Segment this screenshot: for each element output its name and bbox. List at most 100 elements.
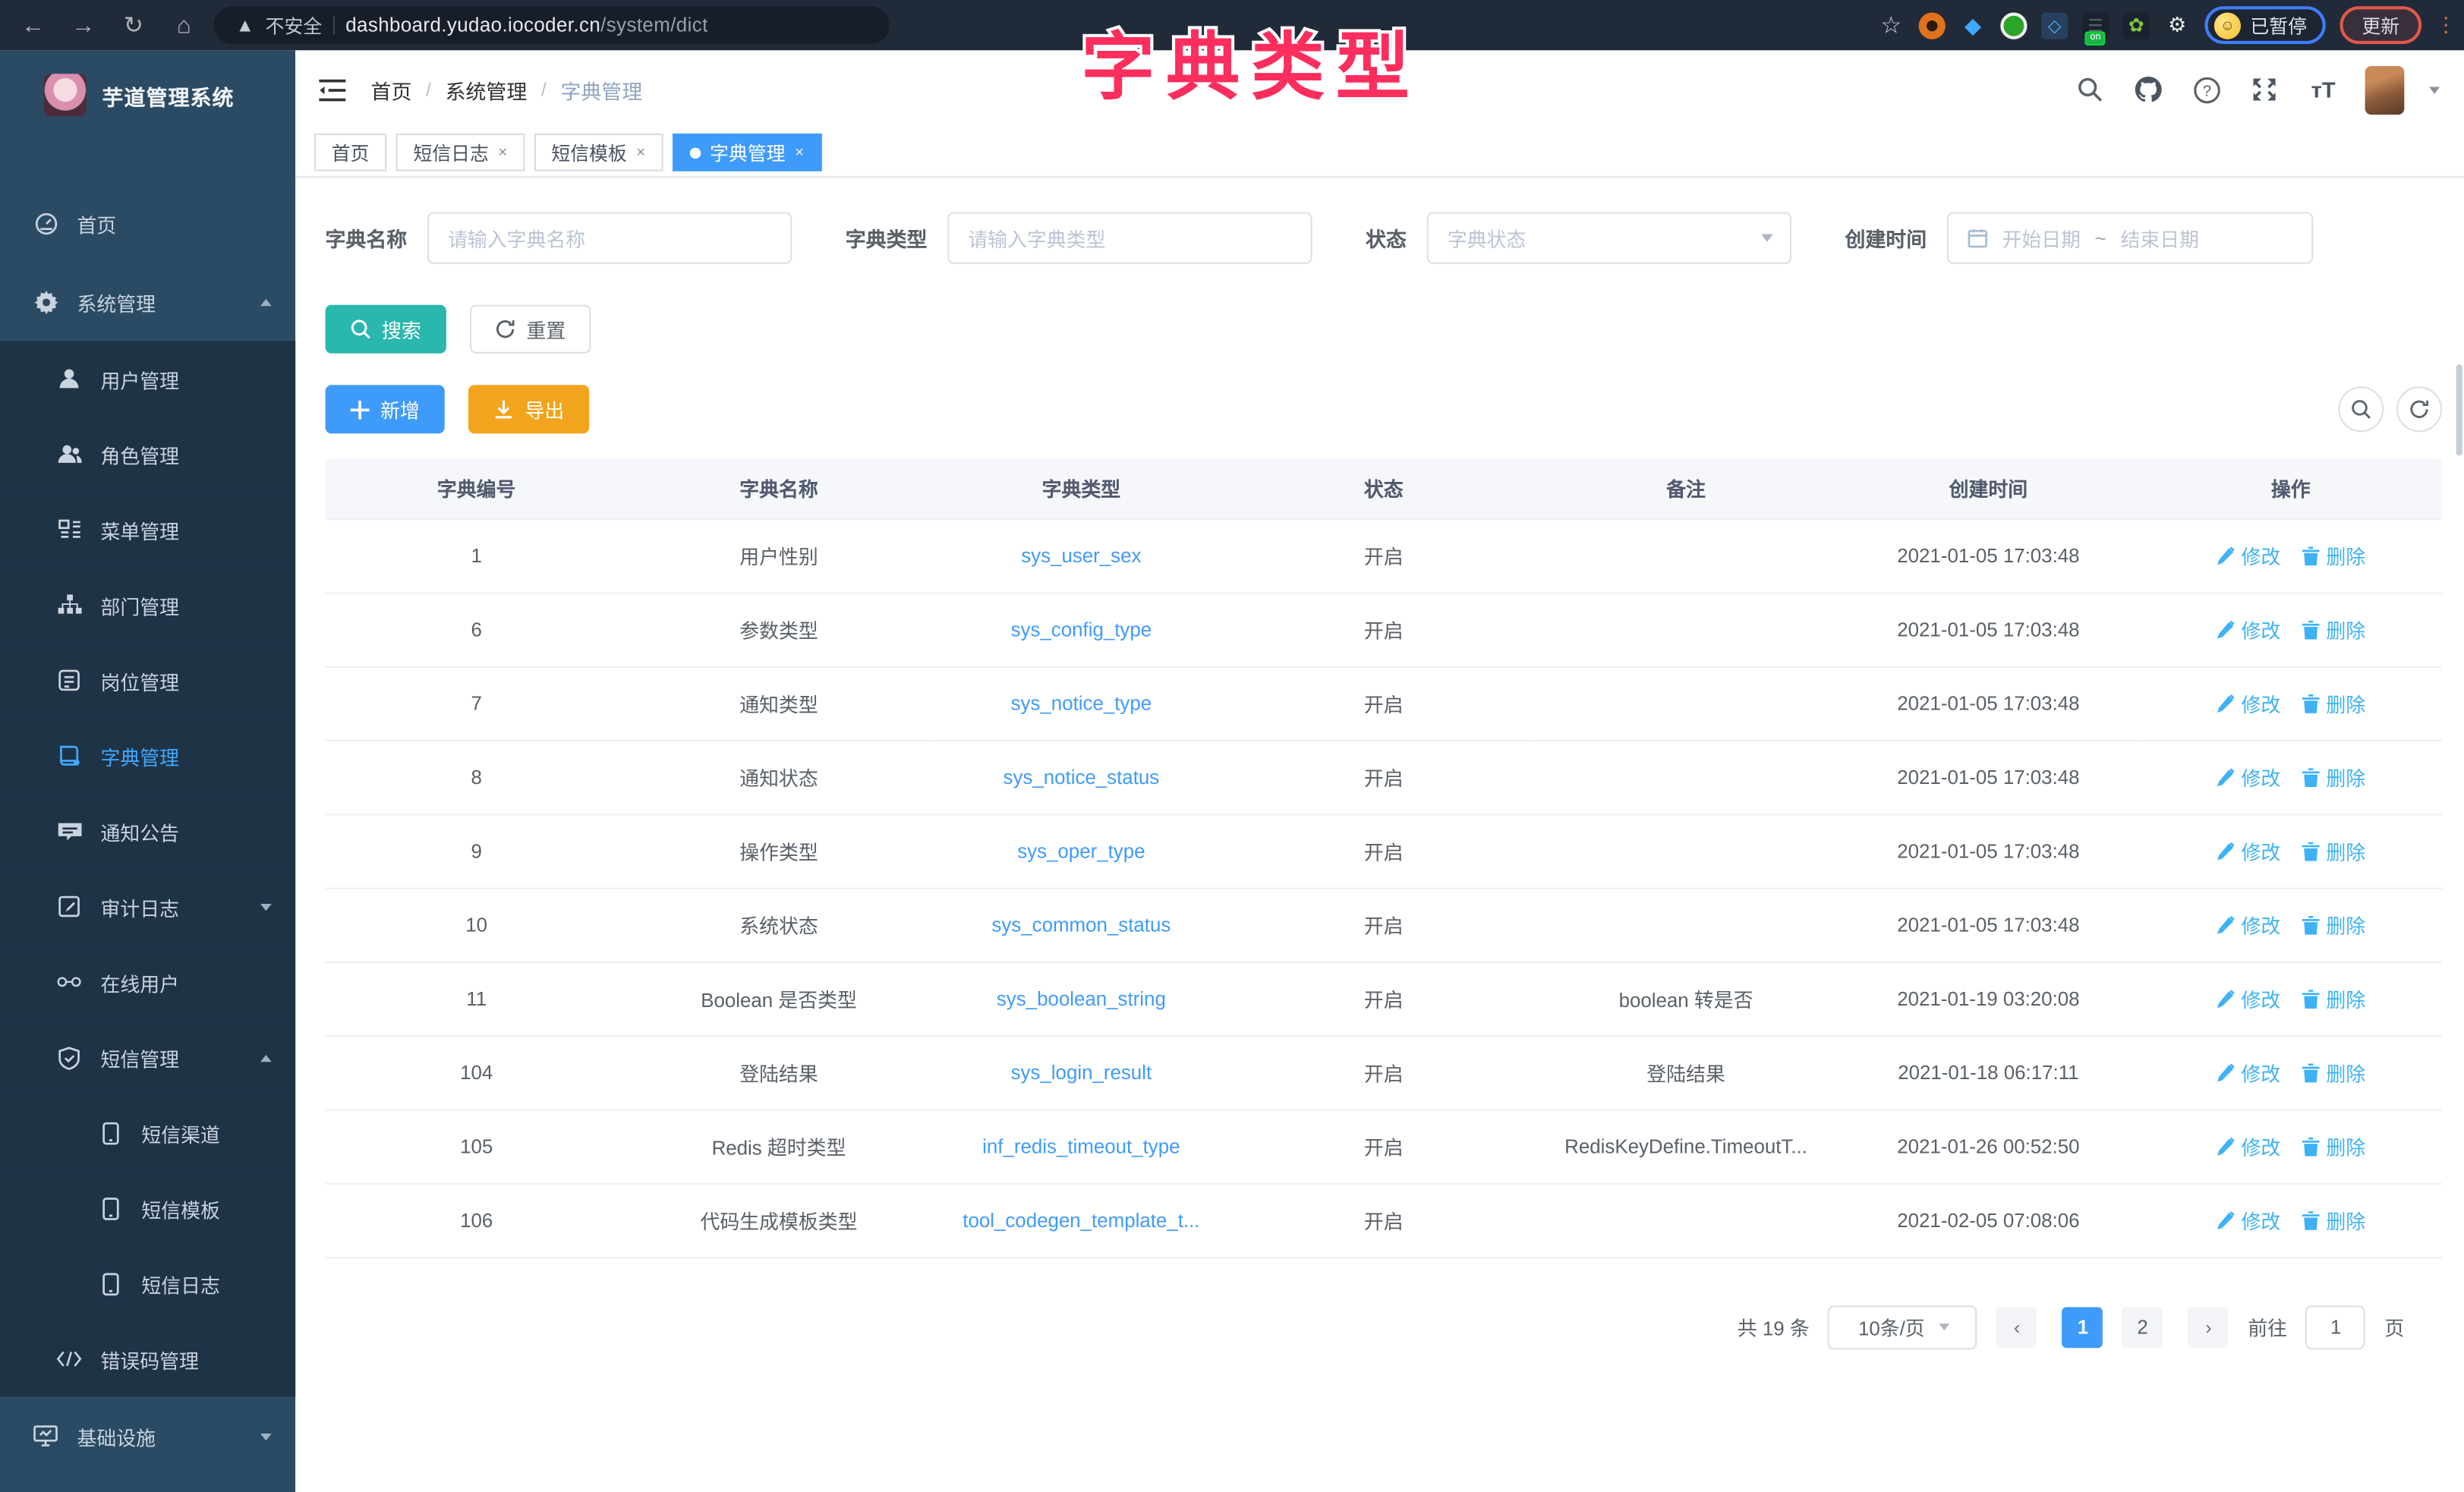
delete-button[interactable]: 删除 <box>2302 540 2365 570</box>
tab-2[interactable]: 短信模板× <box>534 134 663 172</box>
page-size-select[interactable]: 10条/页▾ <box>1829 1305 1978 1349</box>
edit-button[interactable]: 修改 <box>2216 910 2280 940</box>
address-bar[interactable]: ▲ 不安全 dashboard.yudao.iocoder.cn/system/… <box>214 6 890 44</box>
browser-reload-icon[interactable]: ↻ <box>113 6 154 44</box>
delete-button[interactable]: 删除 <box>2302 614 2365 644</box>
breadcrumb-system[interactable]: 系统管理 <box>446 74 528 104</box>
dict-type-link[interactable]: sys_user_sex <box>1021 544 1141 566</box>
browser-update-button[interactable]: 更新 <box>2340 6 2421 44</box>
dict-type-input[interactable]: 请输入字典类型 <box>947 212 1312 263</box>
edit-button[interactable]: 修改 <box>2216 762 2280 792</box>
tab-1[interactable]: 短信日志× <box>396 134 525 172</box>
extensions-puzzle-icon[interactable]: ⚙ <box>2164 12 2191 39</box>
extension-orange-icon[interactable] <box>1919 12 1946 39</box>
dict-type-link[interactable]: tool_codegen_template_t... <box>963 1209 1199 1231</box>
browser-menu-kebab-icon[interactable]: ⋮ <box>2436 13 2452 38</box>
edit-button[interactable]: 修改 <box>2216 614 2280 644</box>
paused-badge[interactable]: ☺ 已暂停 <box>2204 6 2325 44</box>
tab-3[interactable]: 字典管理× <box>672 134 821 172</box>
page-button-1[interactable]: 1 <box>2062 1306 2103 1347</box>
edit-button[interactable]: 修改 <box>2216 836 2280 865</box>
edit-button[interactable]: 修改 <box>2216 540 2280 570</box>
sidebar-item-5[interactable]: 部门管理 <box>0 567 295 642</box>
dict-type-link[interactable]: sys_config_type <box>1011 619 1152 641</box>
delete-button[interactable]: 删除 <box>2302 1205 2365 1235</box>
sidebar-item-15[interactable]: 错误码管理 <box>0 1321 295 1396</box>
table-search-toggle-icon[interactable] <box>2338 386 2384 432</box>
close-icon[interactable]: × <box>636 143 645 161</box>
dict-type-link[interactable]: sys_login_result <box>1011 1061 1152 1083</box>
edit-button[interactable]: 修改 <box>2216 1132 2280 1161</box>
sidebar-item-label: 字典管理 <box>100 741 179 770</box>
search-button[interactable]: 搜索 <box>326 305 446 354</box>
sidebar-item-9[interactable]: 审计日志▾ <box>0 869 295 944</box>
sidebar-item-7[interactable]: 字典管理 <box>0 718 295 793</box>
reset-button[interactable]: 重置 <box>470 305 591 354</box>
sidebar-item-14[interactable]: 短信日志 <box>0 1246 295 1321</box>
extension-diamond-icon[interactable]: ◇ <box>2041 12 2068 39</box>
delete-button[interactable]: 删除 <box>2302 910 2365 940</box>
edit-button[interactable]: 修改 <box>2216 1057 2280 1087</box>
edit-button[interactable]: 修改 <box>2216 984 2280 1013</box>
header-search-icon[interactable] <box>2075 74 2106 105</box>
close-icon[interactable]: × <box>795 143 804 161</box>
browser-back-icon[interactable]: ← <box>13 6 54 44</box>
delete-button[interactable]: 删除 <box>2302 984 2365 1013</box>
edit-button[interactable]: 修改 <box>2216 1205 2280 1235</box>
dict-type-link[interactable]: sys_boolean_string <box>997 987 1166 1009</box>
dict-type-link[interactable]: inf_redis_timeout_type <box>982 1135 1180 1157</box>
sidebar-item-12[interactable]: 短信渠道 <box>0 1095 295 1170</box>
delete-button[interactable]: 删除 <box>2302 836 2365 865</box>
dict-type-link[interactable]: sys_common_status <box>991 914 1171 936</box>
sidebar-item-4[interactable]: 菜单管理 <box>0 492 295 567</box>
font-size-icon[interactable]: тT <box>2308 74 2339 105</box>
dict-name-input[interactable]: 请输入字典名称 <box>427 212 792 263</box>
status-select[interactable]: 字典状态▾ <box>1427 212 1791 263</box>
table-refresh-icon[interactable] <box>2396 386 2442 432</box>
sidebar-item-6[interactable]: 岗位管理 <box>0 643 295 718</box>
page-button-2[interactable]: 2 <box>2122 1306 2163 1347</box>
delete-button[interactable]: 删除 <box>2302 1132 2365 1161</box>
user-avatar[interactable] <box>2366 65 2406 114</box>
goto-page-input[interactable]: 1 <box>2306 1305 2366 1349</box>
hamburger-icon[interactable] <box>314 72 349 107</box>
dict-type-link[interactable]: sys_oper_type <box>1017 839 1145 861</box>
browser-forward-icon[interactable]: → <box>63 6 104 44</box>
sidebar-item-2[interactable]: 用户管理 <box>0 341 295 416</box>
extension-gem-icon[interactable]: ◆ <box>1959 12 1986 39</box>
sidebar-item-8[interactable]: 通知公告 <box>0 793 295 868</box>
avatar-caret-icon[interactable]: ▾ <box>2430 81 2440 99</box>
dict-type-link[interactable]: sys_notice_status <box>1004 766 1160 788</box>
export-button[interactable]: 导出 <box>468 385 589 433</box>
extension-tabs-icon[interactable]: ☰on <box>2082 12 2109 39</box>
github-icon[interactable] <box>2133 74 2164 105</box>
delete-button[interactable]: 删除 <box>2302 762 2365 792</box>
delete-button[interactable]: 删除 <box>2302 1057 2365 1087</box>
extension-green-icon[interactable] <box>2000 12 2027 39</box>
extension-leaf-icon[interactable]: ✿ <box>2123 12 2150 39</box>
edit-button[interactable]: 修改 <box>2216 688 2280 718</box>
bookmark-star-icon[interactable]: ☆ <box>1878 12 1905 39</box>
tab-0[interactable]: 首页 <box>314 134 386 172</box>
created-time-cell: 2021-01-19 03:20:08 <box>1837 962 2139 1035</box>
next-page-button[interactable]: › <box>2188 1306 2229 1347</box>
add-button[interactable]: 新增 <box>326 385 445 433</box>
sidebar-logo[interactable]: 芋道管理系统 <box>0 50 295 140</box>
breadcrumb-home[interactable]: 首页 <box>371 74 412 104</box>
browser-home-icon[interactable]: ⌂ <box>163 6 204 44</box>
page-scrollbar[interactable] <box>2456 364 2462 455</box>
prev-page-button[interactable]: ‹ <box>1996 1306 2037 1347</box>
sidebar-item-11[interactable]: 短信管理▴ <box>0 1020 295 1095</box>
dict-type-link[interactable]: sys_notice_type <box>1011 692 1152 714</box>
sidebar-item-1[interactable]: 系统管理▴ <box>0 263 295 342</box>
fullscreen-icon[interactable] <box>2249 74 2280 105</box>
close-icon[interactable]: × <box>498 143 507 161</box>
date-range-picker[interactable]: 开始日期 ~ 结束日期 <box>1947 212 2313 263</box>
sidebar-item-0[interactable]: 首页 <box>0 184 295 263</box>
sidebar-item-16[interactable]: 基础设施▾ <box>0 1396 295 1475</box>
sidebar-item-10[interactable]: 在线用户 <box>0 944 295 1019</box>
delete-button[interactable]: 删除 <box>2302 688 2365 718</box>
sidebar-item-13[interactable]: 短信模板 <box>0 1170 295 1245</box>
help-icon[interactable]: ? <box>2191 74 2223 105</box>
sidebar-item-3[interactable]: 角色管理 <box>0 417 295 492</box>
